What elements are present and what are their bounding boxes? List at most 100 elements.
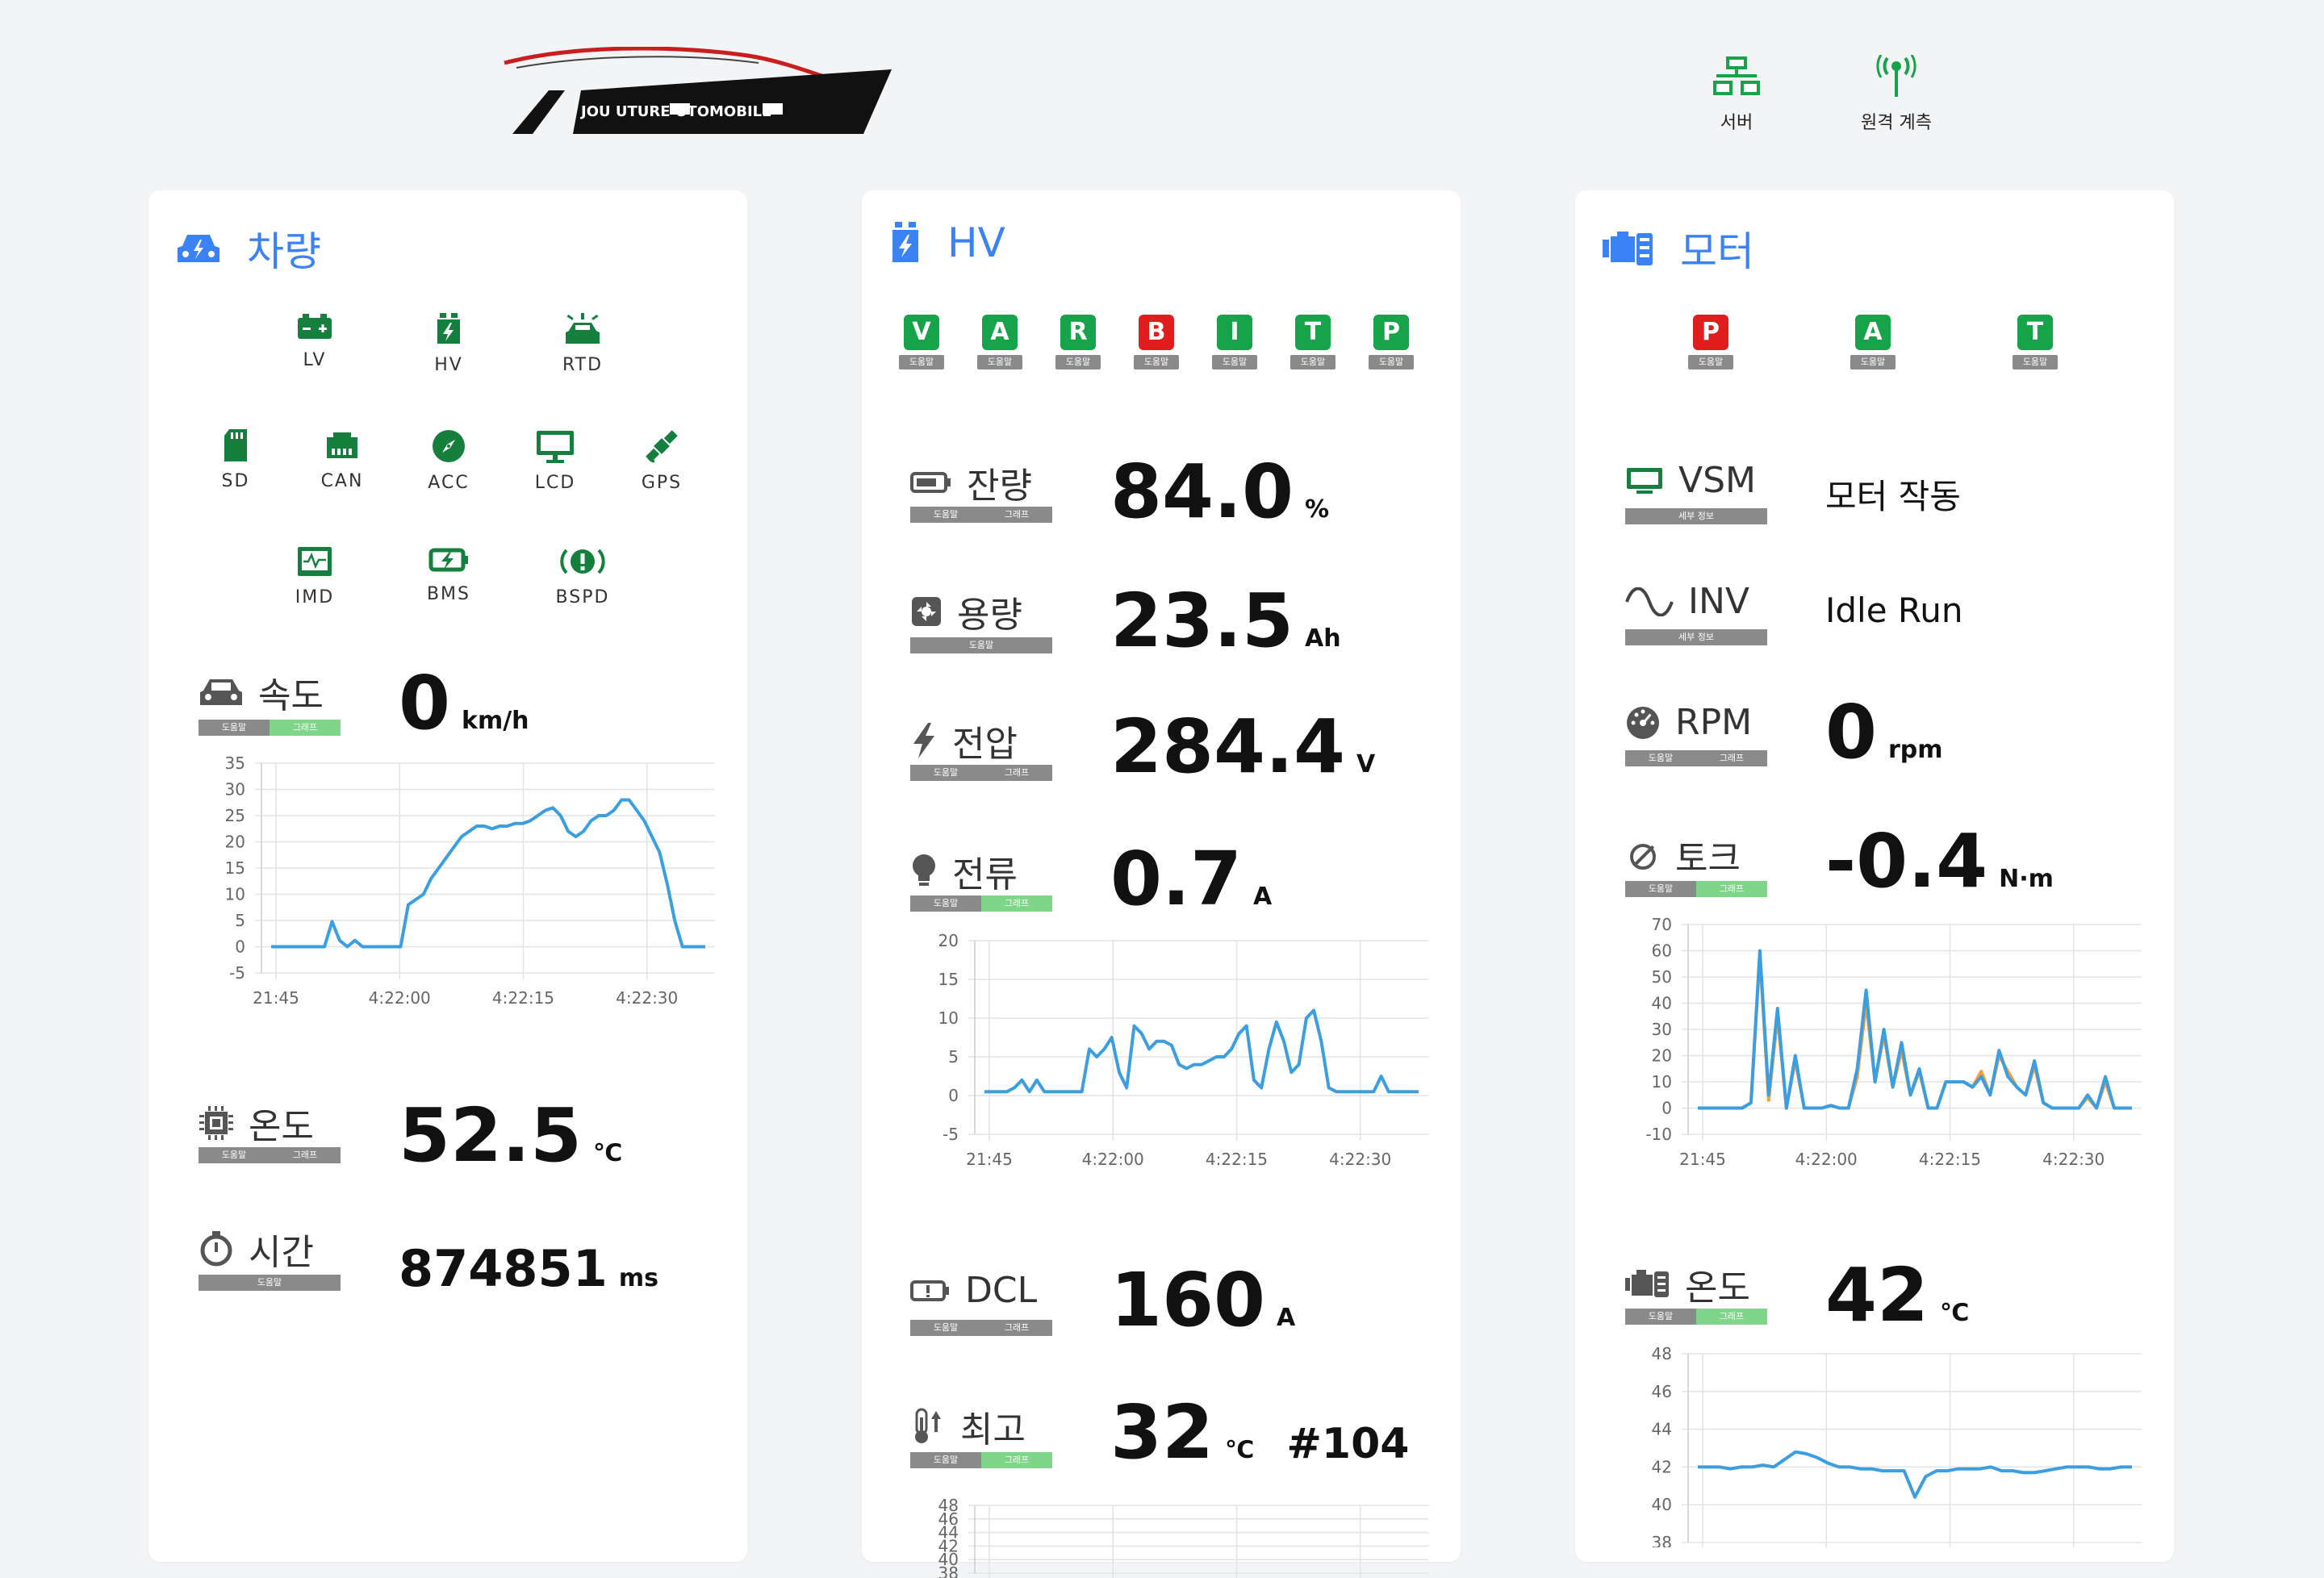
x-tick-label: 4:22:30 xyxy=(2042,1150,2105,1169)
torque-chart: -10 0 10 20 30 40 50 60 70 21:45 4:22:00 4:22:15 4:2… xyxy=(1645,916,2142,1169)
hv-badge-b[interactable]: B 도움말 xyxy=(1134,315,1179,369)
current-label: 전류 xyxy=(910,845,1018,897)
time-help-button[interactable]: 도움말 xyxy=(199,1275,341,1291)
time-label: 시간 xyxy=(199,1223,314,1275)
max-temp-label: 최고 xyxy=(910,1401,1026,1452)
temp-tags: 도움말 그래프 xyxy=(199,1147,341,1163)
temp-help-button[interactable]: 도움말 xyxy=(199,1147,270,1163)
hv-badge-help[interactable]: 도움말 xyxy=(1212,355,1257,369)
car-icon xyxy=(200,679,242,705)
sd-card-icon xyxy=(224,429,247,461)
series-line xyxy=(984,1008,1419,1094)
voltage-label: 전압 xyxy=(910,715,1018,766)
temp-value: 52.5 ℃ xyxy=(399,1092,623,1179)
soc-help-button[interactable]: 도움말 xyxy=(910,507,981,523)
remote-button[interactable]: 원격 계측 xyxy=(1840,55,1953,134)
voltage-help-button[interactable]: 도움말 xyxy=(910,765,981,781)
rpm-value: 0 rpm xyxy=(1825,689,1943,775)
hv-badge-letter: I xyxy=(1217,315,1252,350)
hv-badge-letter: R xyxy=(1060,315,1096,350)
x-tick-label: 21:45 xyxy=(1679,1150,1726,1169)
capacity-help-button[interactable]: 도움말 xyxy=(910,637,1052,653)
x-tick-label: 4:22:30 xyxy=(1329,1150,1391,1169)
y-tick-label: -10 xyxy=(1645,1125,1672,1144)
timer-icon xyxy=(200,1231,232,1267)
y-tick-label: 10 xyxy=(1652,1072,1672,1092)
hv-badge-help[interactable]: 도움말 xyxy=(1055,355,1101,369)
hv-badge-letter: B xyxy=(1139,315,1174,350)
hv-badge-help[interactable]: 도움말 xyxy=(1369,355,1414,369)
speed-help-button[interactable]: 도움말 xyxy=(199,720,270,736)
capacity-label: 용량 xyxy=(910,586,1022,637)
server-button[interactable]: 서버 xyxy=(1680,55,1793,134)
bolt-icon xyxy=(913,723,934,758)
hv-badge-a[interactable]: A 도움말 xyxy=(977,315,1022,369)
soc-graph-button[interactable]: 그래프 xyxy=(981,507,1052,523)
soc-label: 잔량 xyxy=(910,457,1032,508)
y-tick-label: 20 xyxy=(938,933,959,950)
rpm-help-button[interactable]: 도움말 xyxy=(1625,750,1696,766)
x-tick-label: 21:45 xyxy=(966,1150,1013,1169)
motor-badge-p[interactable]: P 도움말 xyxy=(1688,315,1733,369)
series-line xyxy=(271,798,705,949)
motor-badge-help[interactable]: 도움말 xyxy=(2013,355,2058,369)
speed-graph-button[interactable]: 그래프 xyxy=(270,720,341,736)
torque-graph-button[interactable]: 그래프 xyxy=(1696,881,1767,897)
x-tick-label: 4:22:00 xyxy=(369,988,431,1008)
engine-icon xyxy=(1603,232,1653,265)
torque-icon xyxy=(1630,844,1656,870)
status-lv: LV xyxy=(266,313,363,370)
hv-badge-letter: P xyxy=(1373,315,1409,350)
motor-temp-graph-button[interactable]: 그래프 xyxy=(1696,1309,1767,1325)
inv-detail-button[interactable]: 세부 정보 xyxy=(1625,629,1767,645)
hv-badge-help[interactable]: 도움말 xyxy=(1134,355,1179,369)
y-tick-label: 50 xyxy=(1652,967,1672,987)
max-temp-value: 32 ℃ #104 xyxy=(1110,1389,1410,1476)
x-tick-label: 4:22:15 xyxy=(1919,1150,1981,1169)
current-graph-button[interactable]: 그래프 xyxy=(981,895,1052,912)
motor-badge-a[interactable]: A 도움말 xyxy=(1850,315,1896,369)
motor-temp-help-button[interactable]: 도움말 xyxy=(1625,1309,1696,1325)
dcl-tags: 도움말 그래프 xyxy=(910,1320,1052,1336)
hv-badge-i[interactable]: I 도움말 xyxy=(1212,315,1257,369)
thermometer-icon xyxy=(915,1408,941,1443)
imd-monitor-icon xyxy=(298,547,332,576)
time-value: 874851 ms xyxy=(399,1239,658,1298)
vsm-monitor-icon xyxy=(1627,467,1662,494)
motor-temp-value: 42 ℃ xyxy=(1825,1252,1970,1338)
hv-badge-t[interactable]: T 도움말 xyxy=(1290,315,1335,369)
y-tick-label: 40 xyxy=(1652,1495,1672,1514)
temp-graph-button[interactable]: 그래프 xyxy=(270,1147,341,1163)
hv-badge-r[interactable]: R 도움말 xyxy=(1055,315,1101,369)
vsm-detail-button[interactable]: 세부 정보 xyxy=(1625,508,1767,524)
y-tick-label: 5 xyxy=(235,911,245,930)
status-lcd: LCD xyxy=(507,429,604,493)
max-temp-help-button[interactable]: 도움말 xyxy=(910,1452,981,1468)
soc-tags: 도움말 그래프 xyxy=(910,507,1052,523)
dcl-graph-button[interactable]: 그래프 xyxy=(981,1320,1052,1336)
hv-badge-help[interactable]: 도움말 xyxy=(977,355,1022,369)
capacity-value: 23.5 Ah xyxy=(1110,578,1341,664)
voltage-graph-button[interactable]: 그래프 xyxy=(981,765,1052,781)
x-tick-label: 4:22:15 xyxy=(492,988,554,1008)
motor-badge-help[interactable]: 도움말 xyxy=(1850,355,1896,369)
motor-badge-letter: T xyxy=(2017,315,2053,350)
temp-label: 온도 xyxy=(199,1097,314,1149)
current-help-button[interactable]: 도움말 xyxy=(910,895,981,912)
motor-badge-t[interactable]: T 도움말 xyxy=(2013,315,2058,369)
hv-badge-p[interactable]: P 도움말 xyxy=(1369,315,1414,369)
torque-help-button[interactable]: 도움말 xyxy=(1625,881,1696,897)
max-temp-graph-button[interactable]: 그래프 xyxy=(981,1452,1052,1468)
vehicle-card: 차량 LV HV RTD SD CAN ACC LCD GPS IMD BMS … xyxy=(148,190,747,1562)
dcl-help-button[interactable]: 도움말 xyxy=(910,1320,981,1336)
motor-badge-help[interactable]: 도움말 xyxy=(1688,355,1733,369)
max-temp-cell: #104 xyxy=(1286,1420,1410,1468)
hv-badge-help[interactable]: 도움말 xyxy=(899,355,944,369)
y-tick-label: 15 xyxy=(225,858,245,878)
rpm-graph-button[interactable]: 그래프 xyxy=(1696,750,1767,766)
motor-engine-icon xyxy=(1625,1270,1669,1297)
hv-badge-help[interactable]: 도움말 xyxy=(1290,355,1335,369)
battery-alert-icon xyxy=(910,1280,949,1301)
x-tick-label: 21:45 xyxy=(253,988,299,1008)
hv-badge-v[interactable]: V 도움말 xyxy=(899,315,944,369)
